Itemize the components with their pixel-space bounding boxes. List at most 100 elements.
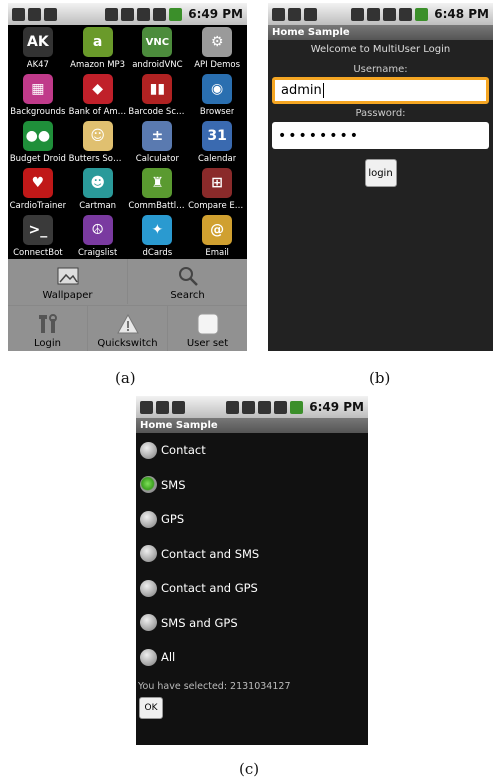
notification-icon — [44, 7, 57, 21]
no-sim-icon — [242, 400, 256, 414]
calendar-icon: 31 — [202, 121, 233, 151]
vibrate-icon — [351, 7, 365, 21]
app-label: Email — [205, 248, 229, 258]
radio-label: All — [161, 650, 176, 665]
permission-select-screen: 6:49 PM Home Sample Contact SMS GPS Contact… — [136, 396, 368, 745]
app-shortcut[interactable]: ◆ Bank of Ame... — [68, 72, 128, 119]
app-shortcut[interactable]: VNC androidVNC — [128, 25, 188, 72]
app-label: dCards — [142, 248, 173, 258]
radio-option[interactable]: All — [136, 640, 368, 675]
radio-unchecked-icon[interactable] — [140, 614, 157, 632]
butters-icon: ☺ — [82, 121, 113, 151]
radio-option[interactable]: Contact — [136, 433, 368, 468]
radio-label: Contact — [161, 443, 206, 458]
app-shortcut[interactable]: ●● Budget Droid — [8, 119, 68, 166]
android-icon: ♜ — [142, 168, 173, 198]
radio-unchecked-icon[interactable] — [140, 579, 157, 597]
notification-icon — [172, 400, 185, 414]
battery-icon — [415, 7, 429, 21]
radio-option[interactable]: SMS — [136, 468, 368, 503]
signal-icon — [153, 7, 167, 21]
radio-option[interactable]: GPS — [136, 502, 368, 537]
radio-option[interactable]: SMS and GPS — [136, 606, 368, 641]
radio-unchecked-icon[interactable] — [140, 510, 157, 528]
radio-label: Contact and GPS — [161, 581, 258, 596]
no-sim-icon — [367, 7, 381, 21]
status-bar: 6:49 PM — [8, 3, 247, 25]
app-label: Compare Ev... — [188, 201, 247, 211]
amazon-mp3-icon: a — [82, 27, 113, 57]
wallpaper-button[interactable]: Wallpaper — [8, 259, 128, 304]
no-sim-icon — [121, 7, 135, 21]
app-shortcut[interactable]: ▮▮ Barcode Sca... — [128, 72, 188, 119]
radio-checked-icon[interactable] — [140, 476, 157, 494]
battery-icon — [290, 400, 304, 414]
radio-unchecked-icon[interactable] — [140, 441, 157, 459]
radio-option[interactable]: Contact and SMS — [136, 537, 368, 572]
signal-icon — [274, 400, 288, 414]
welcome-text: Welcome to MultiUser Login — [310, 44, 451, 55]
app-label: CardioTrainer — [9, 201, 67, 211]
clock: 6:49 PM — [188, 7, 243, 21]
at-icon — [288, 7, 301, 21]
app-shortcut[interactable]: >_ ConnectBot — [8, 213, 68, 260]
app-shortcut[interactable]: 31 Calendar — [187, 119, 247, 166]
radio-unchecked-icon[interactable] — [140, 648, 157, 666]
app-title: Home Sample — [136, 418, 368, 433]
login-button[interactable]: Login — [8, 306, 88, 351]
app-shortcut[interactable]: ◉ Browser — [187, 72, 247, 119]
app-shortcut[interactable]: @ Email — [187, 213, 247, 260]
username-field[interactable]: admin — [272, 77, 489, 104]
battery-icon — [169, 7, 183, 21]
app-shortcut[interactable]: ♥ CardioTrainer — [8, 166, 68, 213]
ak47-icon: AK — [22, 27, 53, 57]
app-shortcut[interactable]: ⚙ API Demos — [187, 25, 247, 72]
app-label: Calculator — [135, 154, 179, 164]
app-drawer-screen: 6:49 PM AK AK47 a Amazon MP3 VNC androidVNC ⚙ A… — [8, 3, 247, 351]
login-submit-button[interactable]: login — [364, 159, 397, 187]
backgrounds-icon: ▦ — [22, 74, 53, 104]
search-label: Search — [170, 290, 205, 301]
peace-icon: ☮ — [82, 215, 113, 245]
app-shortcut[interactable]: AK AK47 — [8, 25, 68, 72]
cards-icon: ✦ — [142, 215, 173, 245]
usb-icon — [140, 400, 153, 414]
search-button[interactable]: Search — [128, 259, 247, 304]
app-shortcut[interactable]: ♜ CommBattle... — [128, 166, 188, 213]
at-icon — [28, 7, 41, 21]
app-shortcut[interactable]: ▦ Backgrounds — [8, 72, 68, 119]
data-icon — [383, 7, 397, 21]
password-field[interactable]: •••••••• — [272, 122, 489, 149]
data-icon — [258, 400, 272, 414]
ok-button[interactable]: OK — [139, 697, 163, 719]
radio-unchecked-icon[interactable] — [140, 545, 157, 563]
blank-icon — [197, 313, 219, 335]
app-label: API Demos — [194, 60, 241, 70]
data-icon — [137, 7, 151, 21]
warning-icon — [116, 313, 139, 335]
radio-label: SMS — [161, 477, 186, 492]
vibrate-icon — [105, 7, 119, 21]
usb-icon — [12, 7, 25, 21]
radio-label: GPS — [161, 512, 185, 527]
bank-icon: ◆ — [82, 74, 113, 104]
app-shortcut[interactable]: ± Calculator — [128, 119, 188, 166]
at-icon — [156, 400, 169, 414]
password-label: Password: — [355, 108, 406, 119]
app-shortcut[interactable]: ✦ dCards — [128, 213, 188, 260]
shopping-cart-icon: ⊞ — [202, 168, 233, 198]
app-grid: AK AK47 a Amazon MP3 VNC androidVNC ⚙ API Demos… — [8, 25, 247, 261]
app-label: Bank of Ame... — [68, 107, 127, 117]
quickswitch-label: Quickswitch — [97, 338, 158, 349]
user-set-button[interactable]: User set — [168, 306, 247, 351]
caption-c: (c) — [239, 760, 260, 778]
app-shortcut[interactable]: ☻ Cartman — [68, 166, 128, 213]
tools-icon — [37, 313, 59, 335]
app-shortcut[interactable]: ☺ Butters Soun... — [68, 119, 128, 166]
app-shortcut[interactable]: a Amazon MP3 — [68, 25, 128, 72]
app-shortcut[interactable]: ☮ Craigslist — [68, 213, 128, 260]
app-shortcut[interactable]: ⊞ Compare Ev... — [187, 166, 247, 213]
caption-a: (a) — [115, 369, 136, 387]
radio-option[interactable]: Contact and GPS — [136, 571, 368, 606]
quickswitch-button[interactable]: Quickswitch — [88, 306, 168, 351]
